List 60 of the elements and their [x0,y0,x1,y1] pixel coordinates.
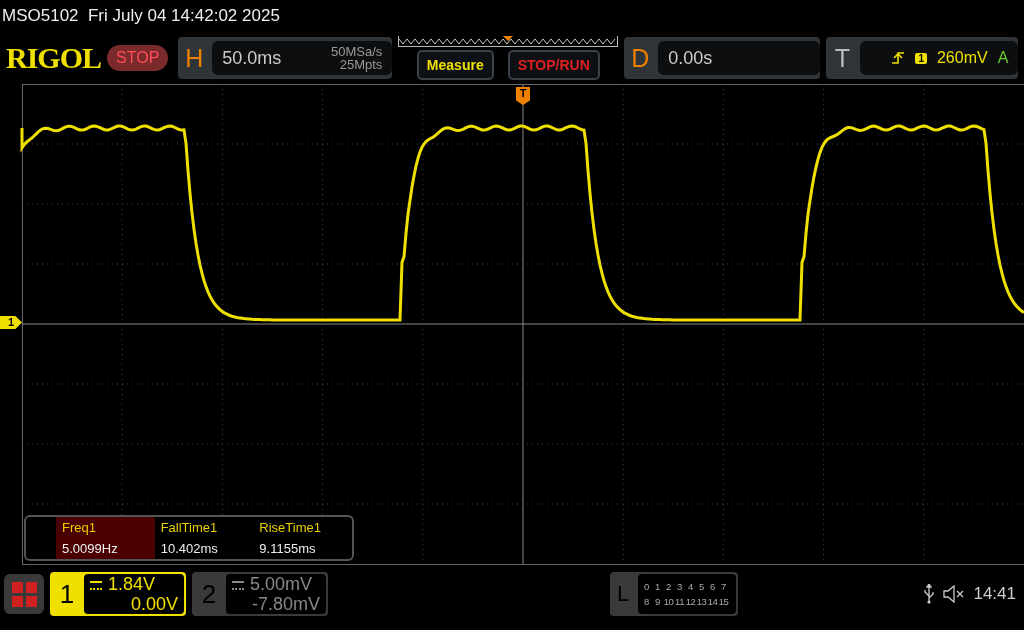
measurement-item[interactable]: FallTime1 10.402ms [154,517,254,559]
logic-label: L [615,580,631,608]
vertical-offset: 0.00V [129,594,178,614]
speaker-muted-icon [943,585,966,603]
trigger-source: 1 [915,52,927,64]
trigger-label: T [833,43,851,73]
measurement-item[interactable]: Freq1 5.0099Hz [56,517,155,559]
clock: 14:41 [973,584,1016,604]
channel-offset-marker[interactable]: 1 [0,316,22,329]
digital-channel-number: 14 [707,596,718,607]
trigger-panel[interactable]: T 1 260mV A [826,37,1019,79]
measurement-name: FallTime1 [160,520,219,535]
digital-channel-number: 7 [720,581,727,592]
digital-channel-number: 5 [698,581,705,592]
measure-button[interactable]: Measure [416,50,494,80]
horizontal-panel[interactable]: H 50.0ms 50MSa/s 25Mpts [178,37,393,79]
trigger-level: 260mV [936,49,988,67]
vertical-scale: 1.84V [90,574,178,594]
vertical-offset: -7.80mV [250,594,320,614]
digital-channel-number: 13 [696,596,707,607]
digital-channel-number: 1 [654,581,661,592]
digital-channel-number: 10 [663,596,674,607]
digital-channel-number: 8 [643,596,650,607]
sample-rate: 50MSa/s [331,44,383,59]
digital-channel-number: 2 [665,581,672,592]
channel-panel[interactable]: 2 5.00mV -7.80mV [192,572,328,616]
logic-panel[interactable]: L 0 1 2 3 4 5 6 7 8 9 10 11 12131415 [610,572,738,616]
measurement-item[interactable]: RiseTime1 9.1155ms [253,517,352,559]
rising-edge-icon [891,51,906,65]
run-button[interactable]: STOP/RUN [507,50,600,80]
menu-button[interactable] [4,574,44,614]
usb-icon [923,584,936,604]
channel-panel[interactable]: 1 1.84V 0.00V [50,572,186,616]
digital-channel-number: 4 [687,581,694,592]
delay-value: 0.00s [668,47,713,69]
measurement-name: RiseTime1 [259,520,322,535]
digital-channel-number: 12 [685,596,696,607]
measurement-value: 10.402ms [160,541,219,556]
channel-number: 2 [200,577,218,611]
memory-depth: 25Mpts [339,57,383,72]
time-scale: 50.0ms [222,47,282,69]
measurement-value: 5.0099Hz [62,541,119,556]
channel-number: 1 [58,577,76,611]
vertical-scale: 5.00mV [232,574,320,594]
trigger-position-marker[interactable]: T [516,87,530,105]
run-state-badge: STOP [107,45,169,71]
trigger-mode: A [997,49,1009,67]
window-title: MSO5102 Fri July 04 14:42:02 2025 [1,5,281,27]
digital-channel-number: 9 [654,596,661,607]
digital-channel-number: 6 [709,581,716,592]
horizontal-label: H [184,43,205,73]
digital-channel-number: 0 [643,581,650,592]
digital-channel-number: 15 [718,596,729,607]
digital-channel-number: 11 [674,596,685,607]
digital-channel-number: 3 [676,581,683,592]
measurement-name: Freq1 [62,520,97,535]
brand-logo: RIGOL [6,41,102,75]
delay-panel[interactable]: D 0.00s [624,37,821,79]
delay-label: D [630,43,651,73]
measurement-value: 9.1155ms [259,541,317,556]
